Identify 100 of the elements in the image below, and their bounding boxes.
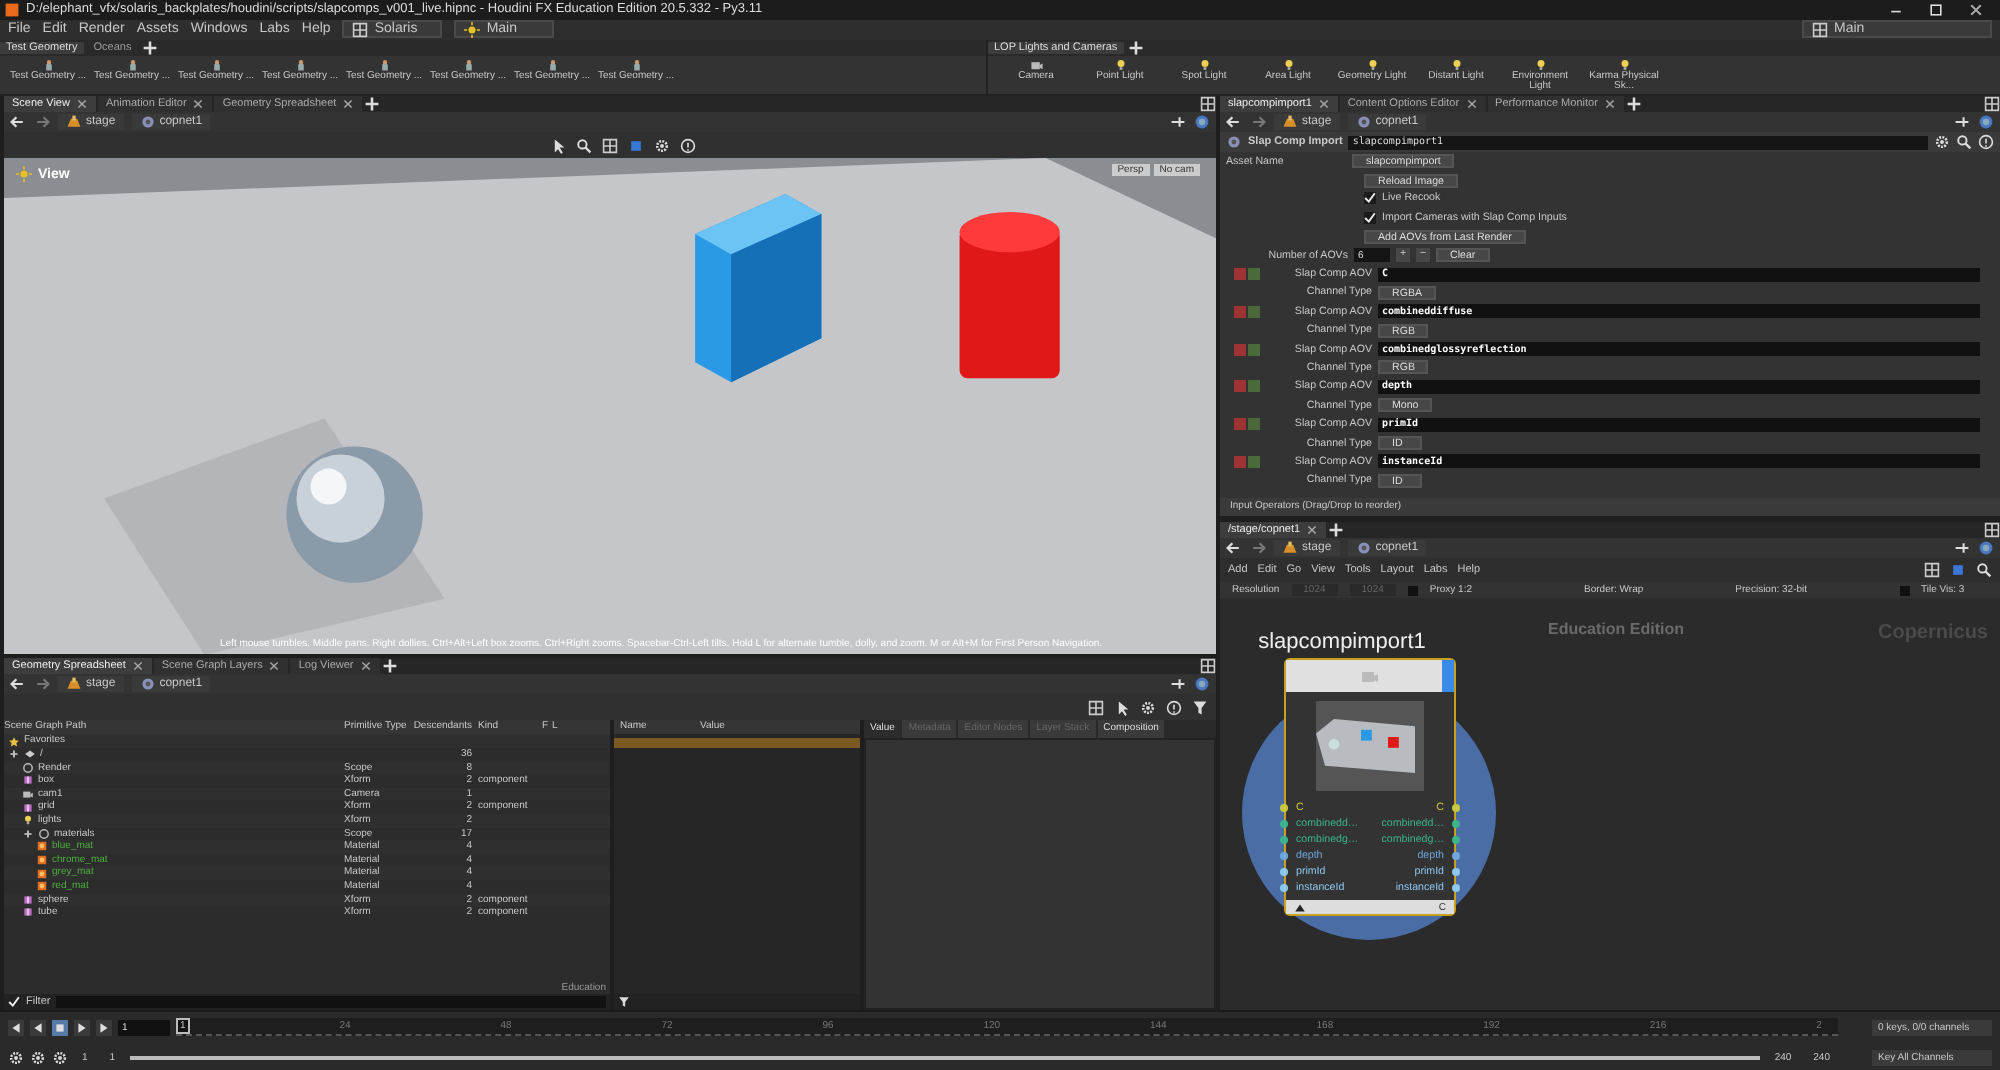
- back-arrow-icon[interactable]: [10, 114, 26, 130]
- figure-icon[interactable]: [125, 58, 139, 72]
- close-icon[interactable]: [1317, 98, 1330, 110]
- stage-icon: [1282, 114, 1298, 130]
- globe-icon[interactable]: [1978, 540, 1994, 556]
- search-icon[interactable]: [1976, 562, 1992, 578]
- square-icon[interactable]: [628, 137, 644, 153]
- square-icon[interactable]: [1950, 562, 1966, 578]
- figure-icon[interactable]: [545, 58, 559, 72]
- playback-button[interactable]: [74, 1019, 90, 1035]
- filter-field[interactable]: [56, 996, 606, 1008]
- grid-icon[interactable]: [602, 137, 618, 153]
- back-arrow-icon[interactable]: [1226, 114, 1242, 130]
- grid-icon: [1812, 21, 1828, 38]
- node-icon: [1360, 666, 1380, 686]
- playback-button[interactable]: [52, 1019, 68, 1035]
- node-name: slapcompimport1: [1256, 630, 1428, 654]
- globe-icon[interactable]: [1194, 114, 1210, 130]
- globe-icon[interactable]: [1194, 676, 1210, 693]
- back-arrow-icon[interactable]: [10, 676, 26, 693]
- close-icon[interactable]: [1968, 1, 1984, 18]
- toggle-checkbox[interactable]: [1364, 211, 1376, 224]
- cursor-icon[interactable]: [550, 137, 566, 153]
- expand-icon[interactable]: [22, 827, 34, 840]
- forward-arrow-icon[interactable]: [34, 114, 50, 130]
- pin-icon[interactable]: [1170, 676, 1186, 693]
- pane-menu-icon[interactable]: [1200, 96, 1216, 112]
- light-icon[interactable]: [1197, 58, 1211, 72]
- light-icon[interactable]: [1617, 58, 1631, 72]
- pin-icon[interactable]: [1954, 114, 1970, 130]
- input-port[interactable]: [1280, 884, 1288, 892]
- proxy-toggle[interactable]: [1407, 585, 1418, 595]
- selected-row[interactable]: [614, 738, 860, 749]
- playback-button[interactable]: [30, 1019, 46, 1035]
- light-icon[interactable]: [1281, 58, 1295, 72]
- light-icon[interactable]: [1113, 58, 1127, 72]
- help-icon[interactable]: [680, 137, 696, 153]
- stage-icon: [1282, 540, 1298, 556]
- close-icon[interactable]: [131, 660, 144, 673]
- pin-icon[interactable]: [1170, 114, 1186, 130]
- gear-icon[interactable]: [1934, 134, 1950, 150]
- forward-arrow-icon[interactable]: [1250, 540, 1266, 556]
- gear-icon[interactable]: [654, 137, 670, 153]
- search-icon[interactable]: [1956, 134, 1972, 150]
- pin-icon[interactable]: [1954, 540, 1970, 556]
- help-icon[interactable]: [1978, 134, 1994, 150]
- playback-button[interactable]: [8, 1019, 24, 1035]
- add-tab-icon[interactable]: [364, 96, 381, 112]
- grid-icon[interactable]: [1088, 699, 1104, 716]
- close-icon[interactable]: [192, 98, 205, 110]
- add-tab-icon[interactable]: [1127, 40, 1144, 56]
- back-arrow-icon[interactable]: [1226, 540, 1242, 556]
- input-port[interactable]: [1280, 820, 1288, 828]
- input-port[interactable]: [1280, 852, 1288, 860]
- search-icon[interactable]: [576, 137, 592, 153]
- close-icon[interactable]: [1306, 524, 1319, 536]
- figure-icon[interactable]: [629, 58, 643, 72]
- cursor-icon[interactable]: [1114, 699, 1130, 716]
- pane-menu-icon[interactable]: [1200, 658, 1216, 675]
- input-port[interactable]: [1280, 868, 1288, 876]
- close-icon[interactable]: [268, 660, 281, 673]
- pane-menu-icon[interactable]: [1984, 522, 2000, 538]
- toggle-checkbox[interactable]: [1364, 192, 1376, 205]
- pane-menu-icon[interactable]: [1984, 96, 2000, 112]
- add-tab-icon[interactable]: [1625, 96, 1642, 112]
- globe-icon[interactable]: [1978, 114, 1994, 130]
- close-icon[interactable]: [1465, 98, 1478, 110]
- figure-icon[interactable]: [461, 58, 475, 72]
- light-icon[interactable]: [1449, 58, 1463, 72]
- add-tab-icon[interactable]: [141, 40, 158, 56]
- figure-icon[interactable]: [209, 58, 223, 72]
- check-icon[interactable]: [8, 996, 20, 1008]
- close-icon[interactable]: [75, 98, 88, 110]
- tile-vis-toggle[interactable]: [1899, 585, 1910, 595]
- filter-icon[interactable]: [1192, 699, 1208, 716]
- forward-arrow-icon[interactable]: [34, 676, 50, 693]
- close-icon[interactable]: [342, 98, 355, 110]
- playback-button[interactable]: [96, 1019, 112, 1035]
- light-icon[interactable]: [1365, 58, 1379, 72]
- close-icon[interactable]: [359, 660, 372, 673]
- maximize-icon[interactable]: [1928, 1, 1944, 18]
- help-icon[interactable]: [1166, 699, 1182, 716]
- cube-icon: [22, 774, 34, 787]
- forward-arrow-icon[interactable]: [1250, 114, 1266, 130]
- input-port[interactable]: [1280, 836, 1288, 844]
- circle-icon: [22, 761, 34, 774]
- light-icon[interactable]: [1533, 58, 1547, 72]
- figure-icon[interactable]: [377, 58, 391, 72]
- close-icon[interactable]: [1603, 98, 1616, 110]
- gear-icon[interactable]: [1140, 699, 1156, 716]
- input-port[interactable]: [1280, 804, 1288, 812]
- figure-icon[interactable]: [293, 58, 307, 72]
- root-icon: [24, 748, 36, 761]
- camera-icon[interactable]: [1029, 58, 1043, 72]
- add-tab-icon[interactable]: [1328, 522, 1345, 538]
- add-tab-icon[interactable]: [381, 658, 398, 675]
- cube-icon: [22, 801, 34, 814]
- figure-icon[interactable]: [41, 58, 55, 72]
- expand-icon[interactable]: [8, 748, 20, 761]
- grid-icon[interactable]: [1924, 562, 1940, 578]
